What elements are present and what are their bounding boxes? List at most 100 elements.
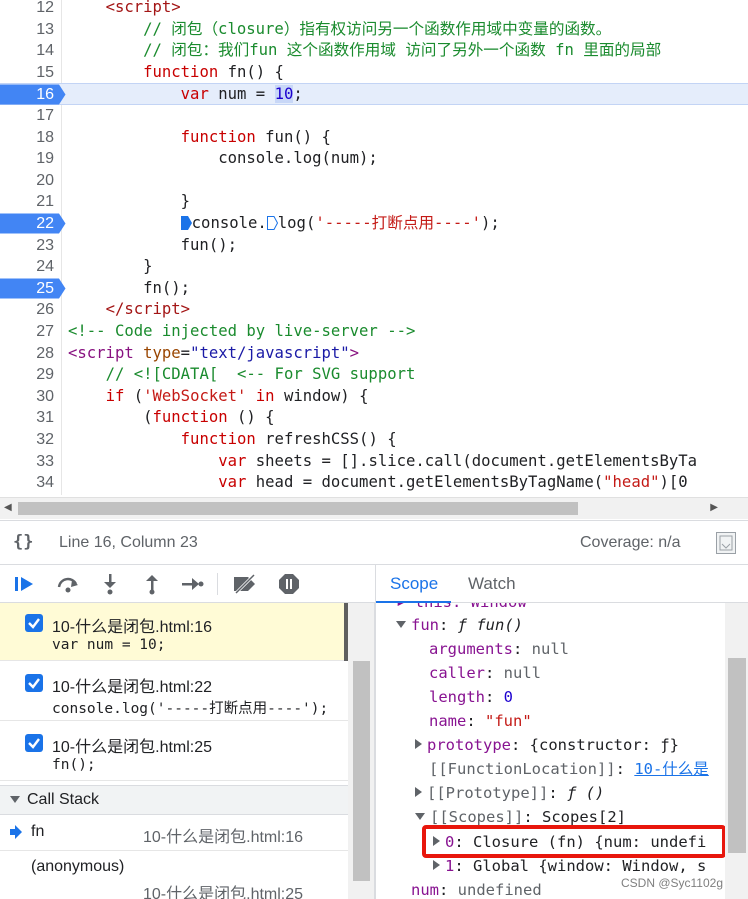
- code-text: // 闭包：我们fun 这个函数作用域 访问了另外一个函数 fn 里面的局部: [143, 41, 662, 60]
- line-number[interactable]: 34: [0, 472, 56, 494]
- prop-key: [[FunctionLocation]]: [429, 760, 616, 778]
- pretty-print-button[interactable]: {}: [13, 532, 33, 552]
- line-number[interactable]: 22: [0, 213, 56, 235]
- line-number[interactable]: 29: [0, 364, 56, 386]
- code-line[interactable]: 24 }: [0, 256, 748, 278]
- code-editor[interactable]: 12 <script> 13 // 闭包（closure）指有权访问另一个函数作用…: [0, 0, 748, 495]
- tab-watch[interactable]: Watch: [468, 574, 516, 594]
- code-line[interactable]: 28 <script type="text/javascript">: [0, 343, 748, 365]
- call-frame[interactable]: (anonymous) 10-什么是闭包.html:25: [0, 852, 348, 899]
- call-frame[interactable]: fn 10-什么是闭包.html:16: [0, 815, 348, 851]
- expanded-triangle-icon[interactable]: [396, 621, 406, 628]
- scope-fun-row[interactable]: fun: ƒ fun(): [396, 613, 523, 637]
- scope-function-location-row: [[FunctionLocation]]: 10-什么是: [429, 760, 709, 778]
- scope-panel: ▸ this: Window fun: ƒ fun() arguments: n…: [375, 603, 748, 899]
- code-line[interactable]: 30 if ('WebSocket' in window) {: [0, 386, 748, 408]
- code-line[interactable]: 13 // 闭包（closure）指有权访问另一个函数作用域中变量的函数。: [0, 19, 748, 41]
- code-line[interactable]: 12 <script>: [0, 0, 748, 19]
- step-into-icon[interactable]: [97, 572, 123, 596]
- code-line[interactable]: 14 // 闭包：我们fun 这个函数作用域 访问了另外一个函数 fn 里面的局…: [0, 40, 748, 62]
- tab-scope[interactable]: Scope: [390, 574, 438, 594]
- line-number[interactable]: 24: [0, 256, 56, 278]
- code-line[interactable]: 15 function fn() {: [0, 62, 748, 84]
- editor-horizontal-scrollbar[interactable]: ◀ ▶: [0, 497, 748, 519]
- collapsed-triangle-icon[interactable]: [433, 860, 440, 870]
- collapsed-triangle-icon[interactable]: [415, 787, 422, 797]
- code-text: function fun() {: [180, 127, 331, 146]
- line-number[interactable]: 14: [0, 40, 56, 62]
- deactivate-breakpoints-icon[interactable]: [232, 572, 258, 596]
- code-text: <script>: [105, 0, 181, 16]
- inline-breakpoint-icon: [266, 215, 278, 230]
- code-line[interactable]: 27 <!-- Code injected by live-server -->: [0, 321, 748, 343]
- code-line[interactable]: 21 }: [0, 191, 748, 213]
- code-line[interactable]: 22 console. log('-----打断点用----');: [0, 213, 748, 235]
- code-line[interactable]: 33 var sheets = [].slice.call(document.g…: [0, 451, 748, 473]
- code-line[interactable]: 20: [0, 170, 748, 192]
- collapsed-triangle-icon[interactable]: [415, 739, 422, 749]
- call-stack-title: Call Stack: [27, 791, 100, 808]
- line-number[interactable]: 32: [0, 429, 56, 451]
- line-number[interactable]: 15: [0, 62, 56, 84]
- step-out-icon[interactable]: [139, 572, 165, 596]
- line-number[interactable]: 21: [0, 191, 56, 213]
- code-line[interactable]: 31 (function () {: [0, 407, 748, 429]
- scrollbar-thumb[interactable]: [353, 661, 370, 881]
- step-icon[interactable]: [179, 572, 205, 596]
- code-line[interactable]: 19 console.log(num);: [0, 148, 748, 170]
- code-line[interactable]: 16 var num = 10;: [0, 83, 748, 105]
- line-number[interactable]: 12: [0, 0, 56, 19]
- line-number[interactable]: 23: [0, 235, 56, 257]
- call-frame-location: 10-什么是闭包.html:16: [143, 829, 304, 846]
- code-line[interactable]: 32 function refreshCSS() {: [0, 429, 748, 451]
- scope-proto-row[interactable]: [[Prototype]]: ƒ (): [415, 781, 604, 805]
- code-text: var head = document.getElementsByTagName…: [218, 473, 688, 492]
- scroll-right-arrow-icon[interactable]: ▶: [710, 502, 718, 513]
- line-number[interactable]: 30: [0, 386, 56, 408]
- call-stack-header[interactable]: Call Stack: [0, 785, 348, 815]
- line-number[interactable]: 26: [0, 299, 56, 321]
- line-number[interactable]: 13: [0, 19, 56, 41]
- debugger-toolbar: [0, 565, 375, 603]
- breakpoint-item[interactable]: 10-什么是闭包.html:22 console.log('-----打断点用-…: [0, 663, 348, 721]
- expanded-triangle-icon[interactable]: [415, 813, 425, 820]
- code-line[interactable]: 29 // <![CDATA[ <-- For SVG support: [0, 364, 748, 386]
- coverage-toggle-icon[interactable]: [716, 532, 736, 554]
- function-location-link[interactable]: 10-什么是: [634, 760, 709, 778]
- scrollbar-thumb[interactable]: [18, 502, 578, 515]
- line-number[interactable]: 16: [0, 84, 56, 106]
- line-number[interactable]: 20: [0, 170, 56, 192]
- prop-value: Scopes[2]: [542, 808, 626, 826]
- code-line[interactable]: 23 fun();: [0, 235, 748, 257]
- code-line[interactable]: 26 </script>: [0, 299, 748, 321]
- code-line[interactable]: 25 fn();: [0, 278, 748, 300]
- breakpoint-checkbox[interactable]: [25, 614, 43, 632]
- scope-prototype-row[interactable]: prototype: {constructor: ƒ}: [415, 733, 679, 757]
- resume-icon[interactable]: [12, 572, 38, 596]
- pause-on-exceptions-icon[interactable]: [276, 572, 302, 596]
- breakpoint-item[interactable]: 10-什么是闭包.html:16 var num = 10;: [0, 603, 348, 661]
- code-line[interactable]: 18 function fun() {: [0, 127, 748, 149]
- left-panel-scrollbar[interactable]: [348, 603, 374, 899]
- breakpoint-checkbox[interactable]: [25, 674, 43, 692]
- scroll-left-arrow-icon[interactable]: ◀: [4, 502, 12, 513]
- line-number[interactable]: 33: [0, 451, 56, 473]
- code-text: console. log('-----打断点用----');: [68, 213, 500, 235]
- line-number[interactable]: 17: [0, 105, 56, 127]
- line-number[interactable]: 31: [0, 407, 56, 429]
- line-number[interactable]: 19: [0, 148, 56, 170]
- scope-panel-scrollbar[interactable]: [725, 603, 748, 899]
- code-line[interactable]: 34 var head = document.getElementsByTagN…: [0, 472, 748, 494]
- line-number[interactable]: 18: [0, 127, 56, 149]
- code-line[interactable]: 17: [0, 105, 748, 127]
- breakpoint-checkbox[interactable]: [25, 734, 43, 752]
- step-over-icon[interactable]: [55, 572, 81, 596]
- inline-breakpoint-icon: [180, 215, 192, 230]
- scrollbar-thumb[interactable]: [728, 658, 746, 853]
- collapse-triangle-icon[interactable]: [10, 796, 20, 803]
- breakpoint-item[interactable]: 10-什么是闭包.html:25 fn();: [0, 723, 348, 781]
- prop-value: null: [503, 664, 541, 682]
- line-number[interactable]: 28: [0, 343, 56, 365]
- line-number[interactable]: 25: [0, 278, 56, 300]
- line-number[interactable]: 27: [0, 321, 56, 343]
